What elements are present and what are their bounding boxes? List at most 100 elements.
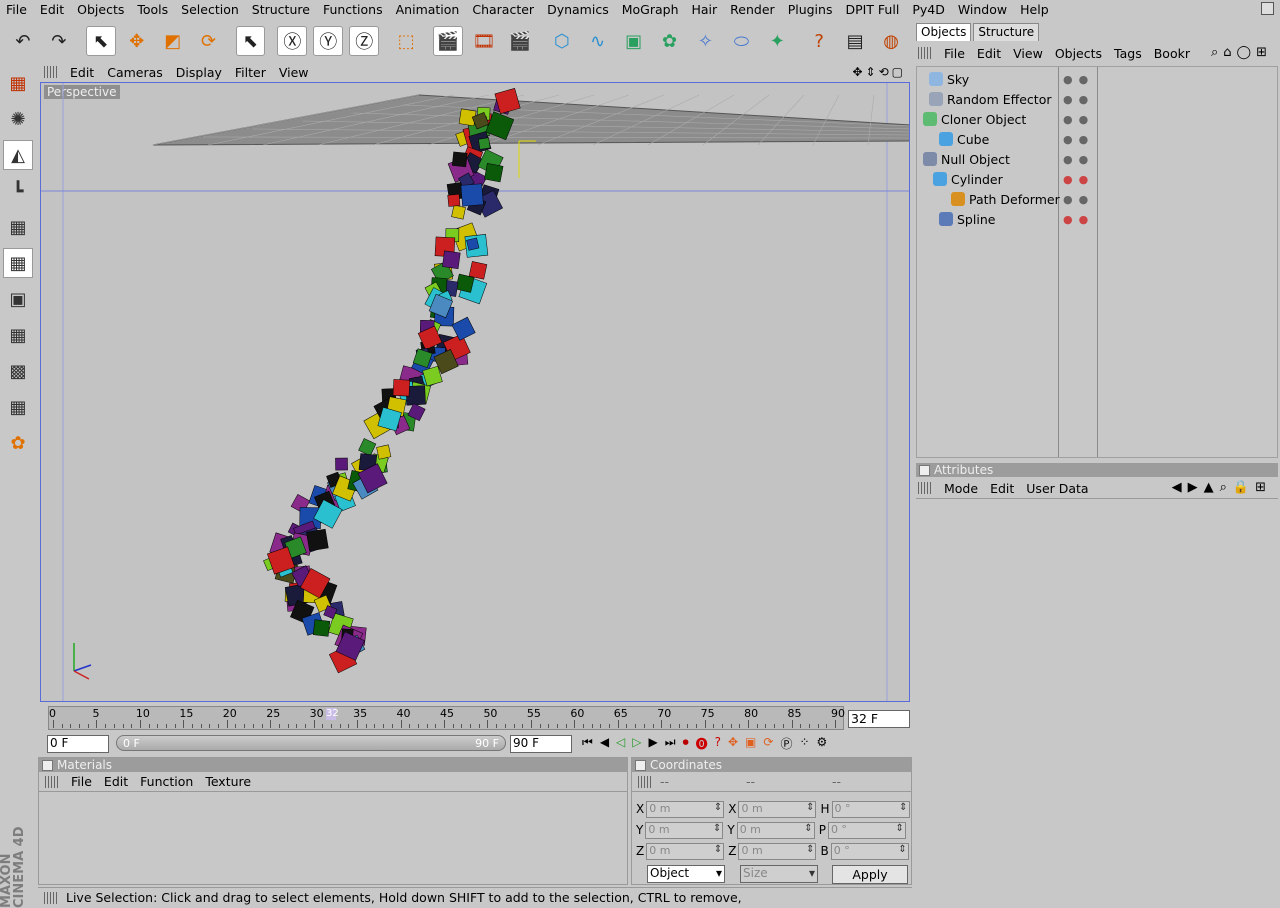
render-picture-viewer-icon[interactable]: 🎞 <box>469 26 499 56</box>
rotate-icon[interactable]: ⟳ <box>194 26 224 56</box>
cube-primitive-icon[interactable]: ⬡ <box>547 26 577 56</box>
render-view-icon[interactable]: 🎬 <box>433 26 463 56</box>
key-scale-icon[interactable]: ▣ <box>745 735 756 752</box>
content-browser-icon[interactable]: ▤ <box>840 26 870 56</box>
render-settings-icon[interactable]: 🎬 <box>505 26 535 56</box>
coord-field[interactable]: 0 m <box>738 842 817 860</box>
coord-size-select[interactable]: Size ▾ <box>740 865 818 883</box>
x-axis-icon[interactable]: Ⓧ <box>277 26 308 56</box>
list-item[interactable]: Null Object ●● <box>917 149 1277 169</box>
objects-menu-objects[interactable]: Objects <box>1051 46 1110 61</box>
materials-menu-function[interactable]: Function <box>136 774 201 789</box>
menu-file[interactable]: File <box>0 2 34 17</box>
play-backwards-icon[interactable]: ◁ <box>616 735 625 752</box>
spline-icon[interactable]: ∿ <box>583 26 613 56</box>
help-icon[interactable]: ? <box>804 26 834 56</box>
end-frame-field[interactable]: 90 F <box>510 735 572 753</box>
menu-window[interactable]: Window <box>952 2 1014 17</box>
move-icon[interactable]: ✥ <box>122 26 152 56</box>
list-item[interactable]: Cloner Object ●● <box>917 109 1277 129</box>
go-to-start-icon[interactable]: ⏮ <box>582 735 593 752</box>
play-icon[interactable]: ▷ <box>632 735 641 752</box>
window-restore-button[interactable] <box>1261 2 1274 15</box>
light-icon[interactable]: ✦ <box>762 26 792 56</box>
go-to-end-icon[interactable]: ⏭ <box>665 735 676 752</box>
viewport-menu-edit[interactable]: Edit <box>66 65 103 80</box>
key-param-icon[interactable]: Ⓟ <box>780 735 792 752</box>
autokey-icon[interactable]: ⓿ <box>696 735 708 752</box>
objects-menu-edit[interactable]: Edit <box>973 46 1009 61</box>
scene-icon[interactable]: ⬭ <box>726 26 756 56</box>
layout-icon[interactable]: ▦ <box>3 68 33 98</box>
objects-menu-tags[interactable]: Tags <box>1110 46 1150 61</box>
attributes-menu-edit[interactable]: Edit <box>986 481 1022 496</box>
coordinate-system-icon[interactable]: ⬚ <box>391 26 421 56</box>
y-axis-icon[interactable]: Ⓨ <box>313 26 344 56</box>
visibility-dots-icon[interactable]: ●● <box>1063 213 1094 226</box>
apply-button[interactable]: Apply <box>832 865 908 884</box>
object-manager-list[interactable]: Sky ●● Random Effector ●● Cloner Object ●● Cub… <box>916 66 1278 458</box>
list-item[interactable]: Random Effector ●● <box>917 89 1277 109</box>
materials-menu-texture[interactable]: Texture <box>201 774 259 789</box>
axis-mode-icon[interactable]: ▦ <box>3 392 33 422</box>
previous-frame-icon[interactable]: ◀ <box>600 735 609 752</box>
visibility-dots-icon[interactable]: ●● <box>1063 153 1094 166</box>
z-axis-icon[interactable]: Ⓩ <box>349 26 380 56</box>
coord-field[interactable]: 0 m <box>738 800 817 818</box>
object-mode-icon[interactable]: ┗ <box>3 176 33 206</box>
menu-dpit-full[interactable]: DPIT Full <box>839 2 906 17</box>
key-rotation-icon[interactable]: ⟳ <box>763 735 773 752</box>
points-mode-icon[interactable]: ▦ <box>3 212 33 242</box>
menu-edit[interactable]: Edit <box>34 2 71 17</box>
viewport-menu-display[interactable]: Display <box>172 65 231 80</box>
key-pla-icon[interactable]: ⁘ <box>799 735 809 752</box>
polygons-mode-icon[interactable]: ▣ <box>3 284 33 314</box>
materials-menu-file[interactable]: File <box>67 774 100 789</box>
menu-tools[interactable]: Tools <box>131 2 175 17</box>
coord-mode-select[interactable]: Object ▾ <box>647 865 725 883</box>
current-frame-field[interactable]: 32 F <box>848 710 910 728</box>
timeline[interactable]: 0 5 10 15 20 25 30 35 40 45 50 55 60 65 70 75 80 85 90 32 3… <box>40 706 910 730</box>
menu-py4d[interactable]: Py4D <box>906 2 952 17</box>
viewport-menu-cameras[interactable]: Cameras <box>103 65 172 80</box>
coord-field[interactable]: 0 m <box>645 821 724 839</box>
visibility-dots-icon[interactable]: ●● <box>1063 73 1094 86</box>
undo-icon[interactable]: ↶ <box>8 26 38 56</box>
tab-objects[interactable]: Objects <box>916 23 972 41</box>
viewport-nav-icons[interactable]: ✥⇕⟲▢ <box>852 65 906 79</box>
menu-functions[interactable]: Functions <box>317 2 390 17</box>
key-position-icon[interactable]: ✥ <box>728 735 738 752</box>
visibility-dots-icon[interactable]: ●● <box>1063 133 1094 146</box>
timeline-settings-icon[interactable]: ⚙ <box>817 735 828 752</box>
viewport-menu-view[interactable]: View <box>275 65 318 80</box>
coord-field[interactable]: 0 m <box>736 821 815 839</box>
menu-help[interactable]: Help <box>1014 2 1056 17</box>
array-icon[interactable]: ✿ <box>655 26 685 56</box>
visibility-dots-icon[interactable]: ●● <box>1063 113 1094 126</box>
timeline-ruler[interactable]: 0 5 10 15 20 25 30 35 40 45 50 55 60 65 70 75 80 85 90 32 <box>48 706 845 730</box>
list-item[interactable]: Sky ●● <box>917 69 1277 89</box>
list-item[interactable]: Spline ●● <box>917 209 1277 229</box>
viewport[interactable]: Perspective <box>40 82 910 702</box>
coord-field[interactable]: 0 m <box>646 800 725 818</box>
deformer-icon[interactable]: ✧ <box>691 26 721 56</box>
coord-field[interactable]: 0 ° <box>831 800 910 818</box>
visibility-dots-icon[interactable]: ●● <box>1063 93 1094 106</box>
playhead[interactable]: 32 <box>326 708 339 720</box>
edges-mode-icon[interactable]: ▦ <box>3 248 33 278</box>
frame-range-slider[interactable]: 0 F 90 F <box>116 735 506 751</box>
workplane-icon[interactable]: ✿ <box>3 428 33 458</box>
list-item[interactable]: Cube ●● <box>917 129 1277 149</box>
objects-menu-view[interactable]: View <box>1009 46 1051 61</box>
coord-field[interactable]: 0 m <box>646 842 725 860</box>
menu-dynamics[interactable]: Dynamics <box>541 2 616 17</box>
materials-menu-edit[interactable]: Edit <box>100 774 136 789</box>
record-icon[interactable]: ⏺ <box>683 735 689 752</box>
redo-icon[interactable]: ↷ <box>44 26 74 56</box>
objects-menu-bookr[interactable]: Bookr <box>1150 46 1198 61</box>
menu-objects[interactable]: Objects <box>71 2 131 17</box>
selection-tool-icon[interactable]: ⬉ <box>235 26 266 56</box>
attributes-menu-user-data[interactable]: User Data <box>1022 481 1096 496</box>
next-frame-icon[interactable]: ▶ <box>649 735 658 752</box>
visibility-dots-icon[interactable]: ●● <box>1063 193 1094 206</box>
